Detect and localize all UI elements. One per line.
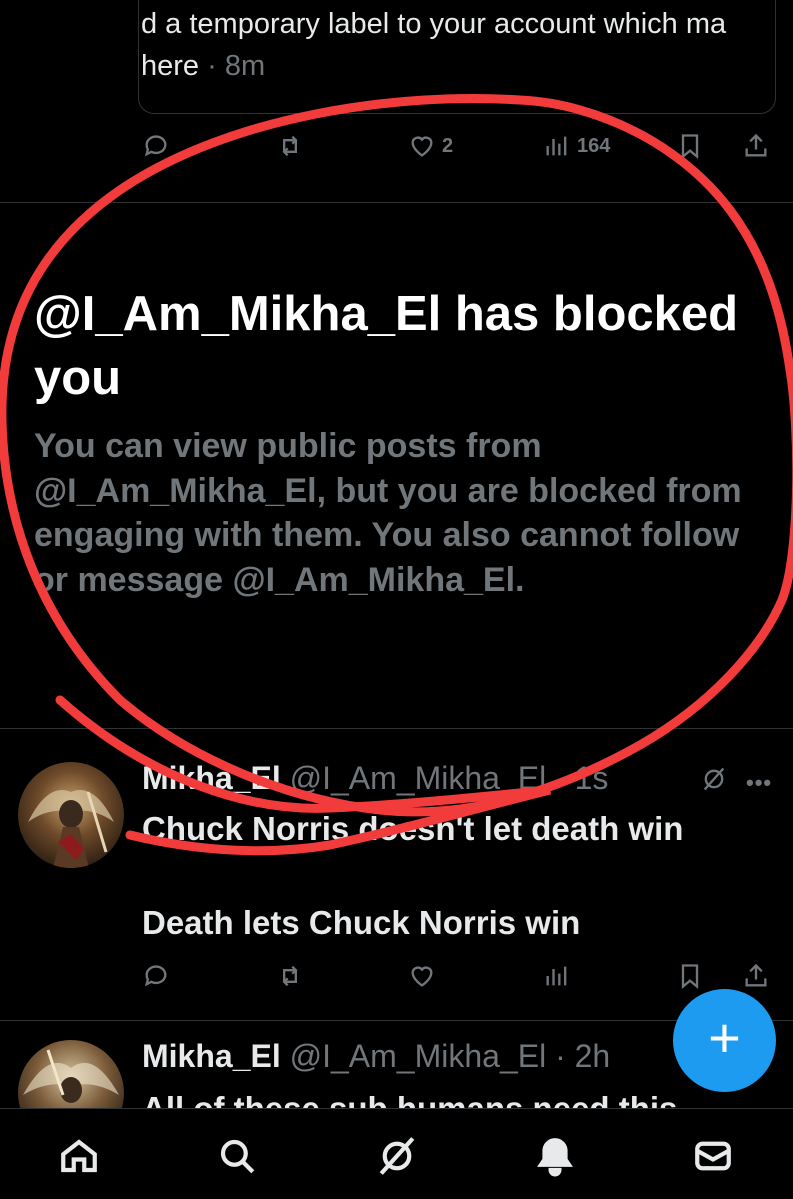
divider [0, 1020, 793, 1021]
repost-icon [282, 965, 298, 987]
bookmark-button[interactable] [676, 132, 704, 160]
post-text: Chuck Norris doesn't let death win [142, 810, 684, 847]
post-time: · 1s [546, 760, 609, 796]
nav-home[interactable] [58, 1135, 100, 1177]
repost-icon [282, 135, 298, 157]
bookmark-button[interactable] [676, 962, 704, 990]
more-options-icon[interactable]: ••• [746, 770, 772, 796]
quoted-post-text: d a temporary label to your account whic… [141, 8, 727, 40]
like-button[interactable] [408, 962, 436, 990]
views-icon [546, 136, 567, 156]
share-button[interactable] [742, 962, 770, 990]
home-icon [61, 1139, 97, 1173]
post-author-name[interactable]: Mikha_El [142, 760, 281, 796]
reply-icon [144, 965, 167, 987]
share-icon [745, 133, 767, 157]
blocked-notice-title: @I_Am_Mikha_El has blocked you [34, 287, 739, 405]
heart-icon [411, 136, 433, 157]
blocked-notice: @I_Am_Mikha_El has blocked you You can v… [34, 282, 774, 602]
search-icon [220, 1139, 255, 1174]
avatar[interactable] [18, 762, 124, 868]
notifications-icon [537, 1138, 573, 1177]
repost-button[interactable] [276, 132, 304, 160]
quoted-post-time: · 8m [199, 50, 266, 82]
post-author-handle[interactable]: @I_Am_Mikha_El [290, 760, 547, 796]
bookmark-icon [681, 134, 699, 159]
reply-button[interactable] [142, 962, 170, 990]
post-header: Mikha_El @I_Am_Mikha_El · 2h [142, 1038, 610, 1075]
reply-button[interactable] [142, 132, 170, 160]
views-button[interactable]: 164 [543, 132, 610, 160]
nav-messages[interactable] [692, 1135, 734, 1177]
repost-button[interactable] [276, 962, 304, 990]
views-button[interactable] [543, 962, 571, 990]
messages-icon [695, 1141, 731, 1171]
nav-search[interactable] [216, 1135, 258, 1177]
plus-icon: + [708, 1005, 741, 1069]
like-button[interactable]: 2 [408, 132, 453, 160]
post-text: Death lets Chuck Norris win [142, 904, 581, 941]
views-icon [546, 966, 567, 986]
previous-post-action-bar: 2 164 [0, 132, 793, 172]
reply-icon [144, 135, 167, 157]
bookmark-icon [681, 964, 699, 989]
share-button[interactable] [742, 132, 770, 160]
view-count: 164 [577, 134, 611, 157]
post-author-handle[interactable]: @I_Am_Mikha_El [290, 1038, 547, 1074]
heart-icon [411, 966, 433, 987]
post-header: Mikha_El @I_Am_Mikha_El · 1s [142, 760, 608, 797]
divider [0, 202, 793, 203]
post-action-bar [0, 962, 793, 1002]
grok-icon [379, 1137, 415, 1175]
post-time: · 2h [546, 1038, 611, 1074]
bottom-navigation [0, 1108, 793, 1199]
post-author-name[interactable]: Mikha_El [142, 1038, 281, 1074]
quoted-post-footer: here · 8m [141, 50, 265, 83]
share-icon [745, 963, 767, 987]
quoted-post-card[interactable]: d a temporary label to your account whic… [138, 0, 776, 114]
nav-notifications[interactable] [534, 1135, 576, 1177]
nav-grok[interactable] [376, 1135, 418, 1177]
divider [0, 728, 793, 729]
compose-post-button[interactable]: + [673, 989, 776, 1092]
grok-icon[interactable] [700, 765, 728, 793]
quoted-post-text-end: here [141, 50, 200, 82]
blocked-notice-body: You can view public posts from @I_Am_Mik… [34, 427, 742, 599]
like-count: 2 [442, 134, 454, 157]
